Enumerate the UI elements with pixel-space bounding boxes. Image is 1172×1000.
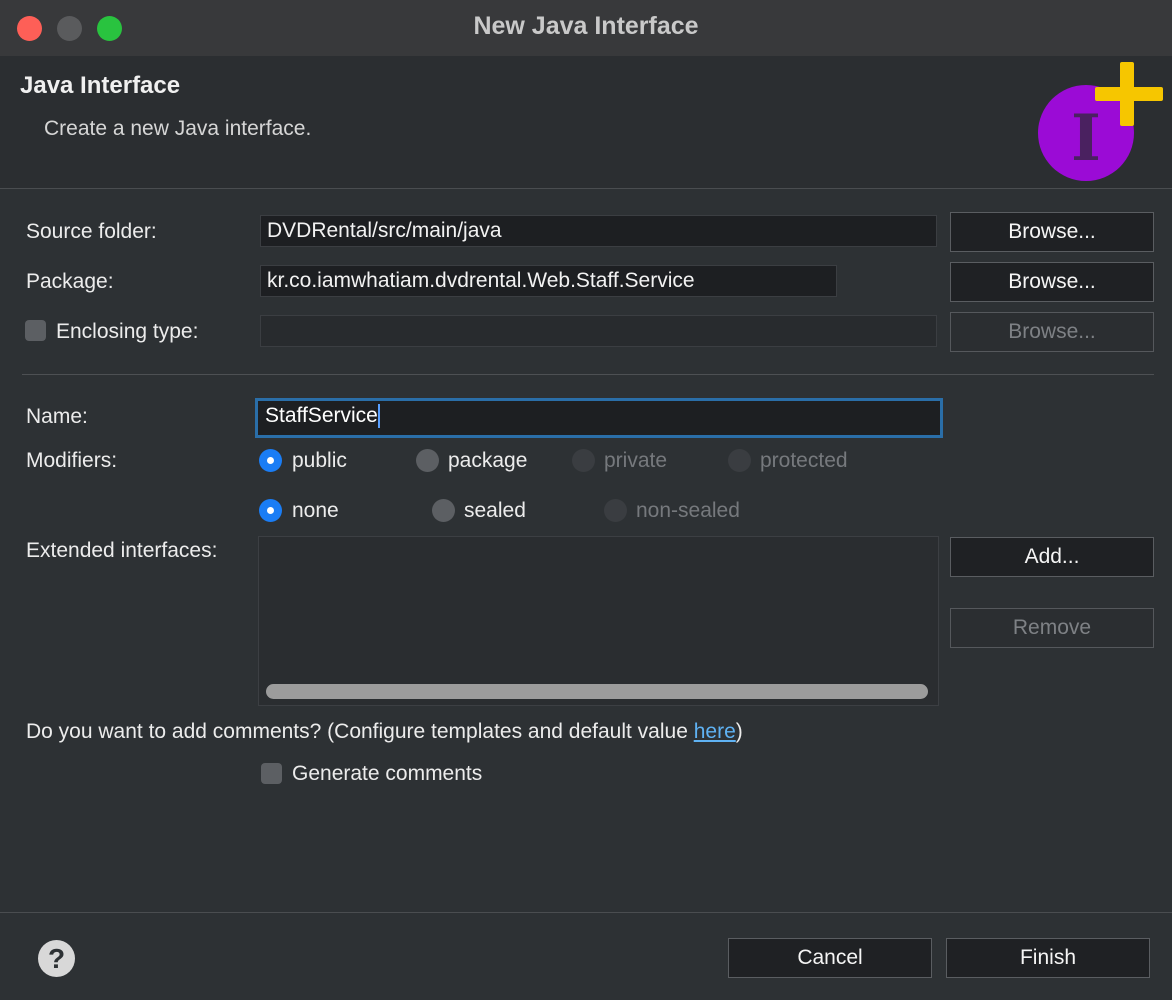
- radio-private-label: private: [604, 449, 668, 472]
- add-interface-button[interactable]: Add...: [950, 537, 1154, 577]
- radio-non-sealed-label: non-sealed: [636, 499, 740, 522]
- radio-package[interactable]: [416, 449, 439, 472]
- radio-protected-label: protected: [760, 449, 848, 472]
- radio-protected: [728, 449, 751, 472]
- text-caret: [377, 404, 380, 428]
- enclosing-type-input: [260, 315, 937, 347]
- generate-comments-checkbox[interactable]: [261, 763, 282, 784]
- footer-divider: [0, 912, 1172, 913]
- source-folder-input[interactable]: DVDRental/src/main/java: [260, 215, 937, 247]
- finish-button[interactable]: Finish: [946, 938, 1150, 978]
- radio-public[interactable]: [259, 449, 282, 472]
- radio-sealed-label: sealed: [464, 499, 526, 522]
- cancel-button[interactable]: Cancel: [728, 938, 932, 978]
- package-label: Package:: [26, 270, 114, 293]
- radio-private: [572, 449, 595, 472]
- extended-interfaces-list[interactable]: [258, 536, 939, 706]
- source-folder-label: Source folder:: [26, 220, 157, 243]
- comments-question-text: Do you want to add comments? (Configure …: [26, 720, 694, 743]
- radio-none-label: none: [292, 499, 339, 522]
- new-interface-icon: I: [1034, 60, 1166, 186]
- enclosing-type-checkbox[interactable]: [25, 320, 46, 341]
- window-title: New Java Interface: [473, 12, 699, 40]
- radio-public-label: public: [292, 449, 347, 472]
- generate-comments-label: Generate comments: [292, 762, 483, 785]
- comments-question: Do you want to add comments? (Configure …: [26, 720, 743, 744]
- help-icon[interactable]: ?: [38, 940, 75, 977]
- source-folder-browse-button[interactable]: Browse...: [950, 212, 1154, 252]
- name-input[interactable]: StaffService: [255, 398, 943, 438]
- enclosing-type-label: Enclosing type:: [56, 320, 199, 343]
- extended-interfaces-label: Extended interfaces:: [26, 539, 218, 562]
- name-label: Name:: [26, 405, 88, 428]
- name-input-value: StaffService: [265, 404, 378, 427]
- comments-question-suffix: ): [735, 720, 743, 743]
- package-input[interactable]: kr.co.iamwhatiam.dvdrental.Web.Staff.Ser…: [260, 265, 837, 297]
- modifiers-label: Modifiers:: [26, 449, 118, 472]
- remove-interface-button: Remove: [950, 608, 1154, 648]
- radio-sealed[interactable]: [432, 499, 455, 522]
- enclosing-type-browse-button: Browse...: [950, 312, 1154, 352]
- horizontal-scrollbar[interactable]: [266, 684, 928, 699]
- page-title: Java Interface: [20, 72, 181, 99]
- page-description: Create a new Java interface.: [44, 117, 312, 140]
- header-divider: [0, 188, 1172, 189]
- radio-none[interactable]: [259, 499, 282, 522]
- configure-templates-link[interactable]: here: [694, 720, 736, 743]
- svg-text:I: I: [1071, 101, 1101, 176]
- radio-non-sealed: [604, 499, 627, 522]
- package-browse-button[interactable]: Browse...: [950, 262, 1154, 302]
- section-divider: [22, 374, 1154, 375]
- radio-package-label: package: [448, 449, 528, 472]
